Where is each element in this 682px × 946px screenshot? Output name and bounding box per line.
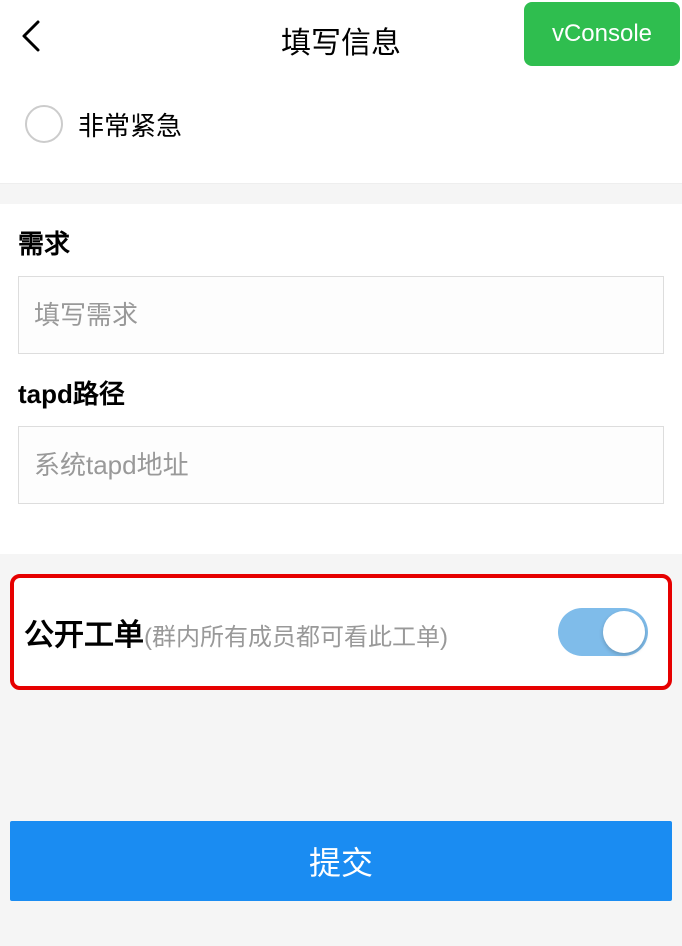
toggle-text: 公开工单 (群内所有成员都可看此工单) [24, 610, 448, 654]
radio-label: 非常紧急 [78, 106, 182, 143]
vconsole-button[interactable]: vConsole [524, 2, 680, 66]
tapd-group: tapd路径 [18, 374, 664, 504]
public-toggle-switch[interactable] [558, 608, 648, 656]
back-icon[interactable] [20, 18, 42, 63]
toggle-title: 公开工单 [24, 610, 144, 654]
urgency-section: 非常紧急 [0, 80, 682, 184]
requirement-label: 需求 [18, 224, 664, 261]
toggle-knob-icon [603, 611, 645, 653]
radio-very-urgent[interactable]: 非常紧急 [25, 105, 657, 143]
toggle-subtitle: (群内所有成员都可看此工单) [144, 617, 448, 652]
radio-circle-icon [25, 105, 63, 143]
requirement-input[interactable] [18, 276, 664, 354]
form-section: 需求 tapd路径 [0, 204, 682, 554]
tapd-input[interactable] [18, 426, 664, 504]
submit-section: 提交 [10, 821, 672, 901]
submit-button[interactable]: 提交 [10, 821, 672, 901]
tapd-label: tapd路径 [18, 374, 664, 411]
page-header: 填写信息 vConsole [0, 0, 682, 80]
requirement-group: 需求 [18, 224, 664, 354]
public-ticket-section: 公开工单 (群内所有成员都可看此工单) [10, 574, 672, 690]
